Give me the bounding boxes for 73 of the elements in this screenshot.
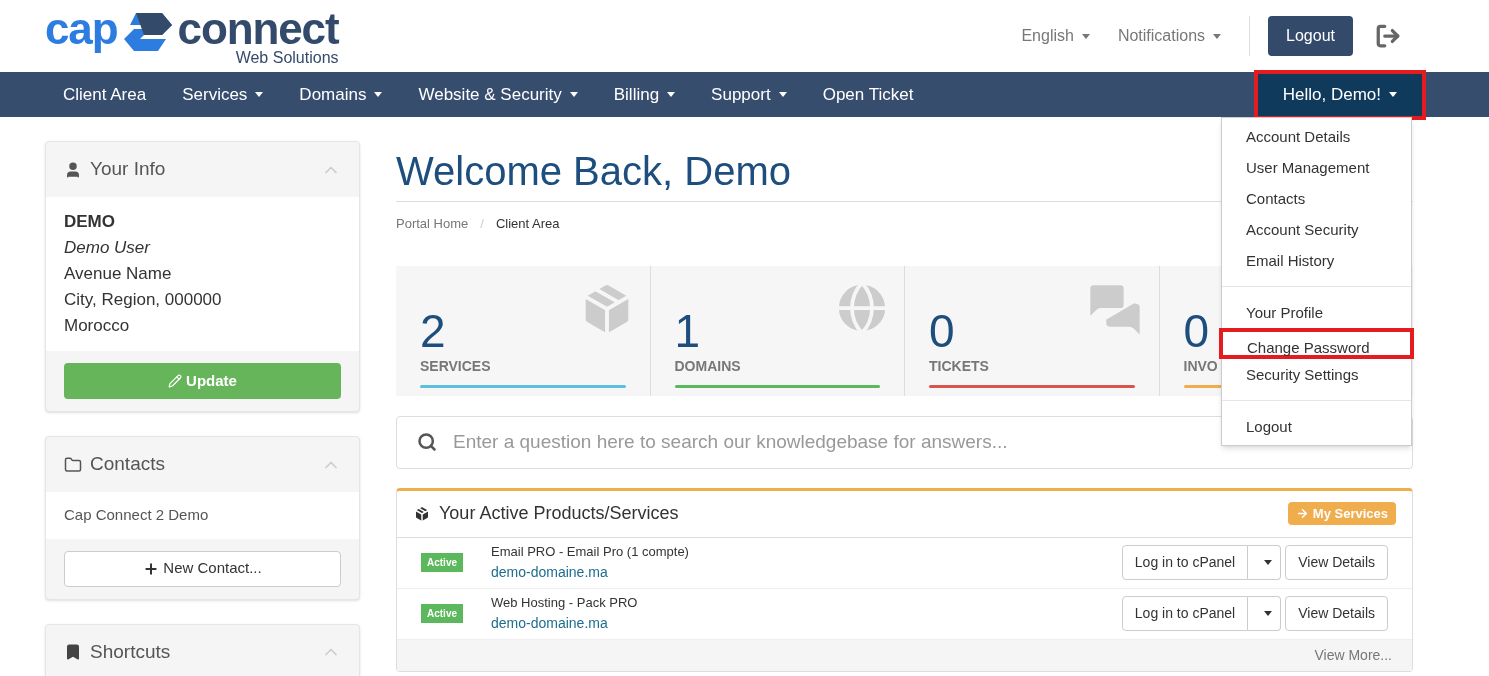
panel-title: Shortcuts — [90, 639, 171, 664]
view-details-button[interactable]: View Details — [1285, 545, 1388, 580]
status-badge: Active — [421, 553, 463, 572]
caret-icon — [778, 92, 787, 97]
menu-item[interactable]: Security Settings — [1222, 359, 1411, 390]
nav-item[interactable]: Open Ticket — [822, 81, 914, 108]
panel-title: Contacts — [90, 452, 165, 477]
stat-label: SERVICES — [420, 356, 491, 376]
dropdown-toggle-button[interactable] — [1248, 545, 1282, 580]
box-icon — [413, 504, 431, 523]
address-line: City, Region, 000000 — [64, 289, 223, 311]
top-link[interactable]: English — [1021, 24, 1090, 48]
stat-label: TICKETS — [929, 356, 989, 376]
new-contact-button[interactable]: New Contact... — [64, 550, 341, 587]
bookmark-icon — [64, 643, 82, 661]
logout-button[interactable]: Logout — [1268, 16, 1353, 56]
logo[interactable]: cap connect Web Solutions — [45, 7, 339, 65]
breadcrumb-separator: / — [480, 215, 484, 233]
nav-item[interactable]: Services — [182, 81, 264, 108]
caret-icon — [255, 92, 264, 97]
folder-icon — [64, 455, 82, 474]
stat-count: 1 — [674, 305, 701, 356]
nav-item[interactable]: Domains — [299, 81, 383, 108]
breadcrumb-item[interactable]: Portal Home — [396, 214, 469, 234]
address-line: Avenue Name — [64, 263, 173, 285]
stat-label: INVO — [1183, 356, 1218, 376]
breadcrumb-item[interactable]: Client Area — [495, 214, 560, 234]
caret-icon — [1264, 611, 1273, 616]
domain-link[interactable]: demo-domaine.ma — [491, 561, 1122, 583]
nav-item[interactable]: Billing — [613, 81, 676, 108]
dropdown-toggle-button[interactable] — [1248, 596, 1282, 631]
domain-link[interactable]: demo-domaine.ma — [491, 612, 1122, 634]
menu-item[interactable]: Account Security — [1222, 214, 1411, 245]
caret-icon — [1264, 560, 1273, 565]
product-name: Email PRO - Email Pro (1 compte) — [491, 543, 690, 562]
cpanel-login-button[interactable]: Log in to cPanel — [1121, 545, 1249, 580]
nav-item[interactable]: Client Area — [63, 81, 147, 108]
account-name: DEMO — [64, 211, 116, 233]
menu-item[interactable]: Email History — [1222, 245, 1411, 276]
stat-tile[interactable]: 0 TICKETS — [904, 265, 1159, 396]
menu-item[interactable]: User Management — [1222, 152, 1411, 183]
caret-icon — [1213, 33, 1222, 39]
stat-count: 2 — [420, 305, 446, 356]
address-line: Morocco — [64, 315, 131, 337]
caret-icon — [1389, 92, 1397, 97]
cpanel-login-button[interactable]: Log in to cPanel — [1121, 596, 1249, 631]
stat-count: 0 — [1183, 305, 1210, 356]
logout-icon[interactable] — [1375, 23, 1401, 49]
user-icon — [64, 160, 82, 179]
product-name: Web Hosting - Pack PRO — [491, 594, 639, 613]
menu-item[interactable]: Change Password — [1219, 328, 1414, 359]
nav-item[interactable]: Website & Security — [418, 81, 578, 108]
stat-label: DOMAINS — [674, 356, 741, 376]
caret-icon — [374, 92, 383, 97]
menu-item[interactable]: Your Profile — [1222, 297, 1411, 328]
stat-tile[interactable]: 2 SERVICES — [396, 265, 650, 396]
account-menu-button[interactable]: Hello, Demo! — [1253, 69, 1426, 120]
panel-title: Your Info — [90, 157, 166, 182]
view-details-button[interactable]: View Details — [1285, 596, 1388, 631]
view-more-link[interactable]: View More... — [1314, 644, 1392, 666]
arrow-right-icon — [1295, 507, 1309, 520]
nav-item[interactable]: Support — [711, 81, 787, 108]
caret-icon — [1081, 33, 1090, 39]
stat-count: 0 — [929, 305, 955, 356]
account-role: Demo User — [64, 237, 152, 259]
stat-tile[interactable]: 1 DOMAINS — [649, 265, 904, 396]
panel-title: Your Active Products/Services — [439, 502, 679, 525]
caret-icon — [667, 92, 676, 97]
pencil-icon — [168, 374, 183, 388]
top-link[interactable]: Notifications — [1117, 24, 1222, 48]
status-badge: Active — [421, 604, 463, 623]
search-icon — [417, 432, 437, 452]
caret-icon — [569, 92, 578, 97]
